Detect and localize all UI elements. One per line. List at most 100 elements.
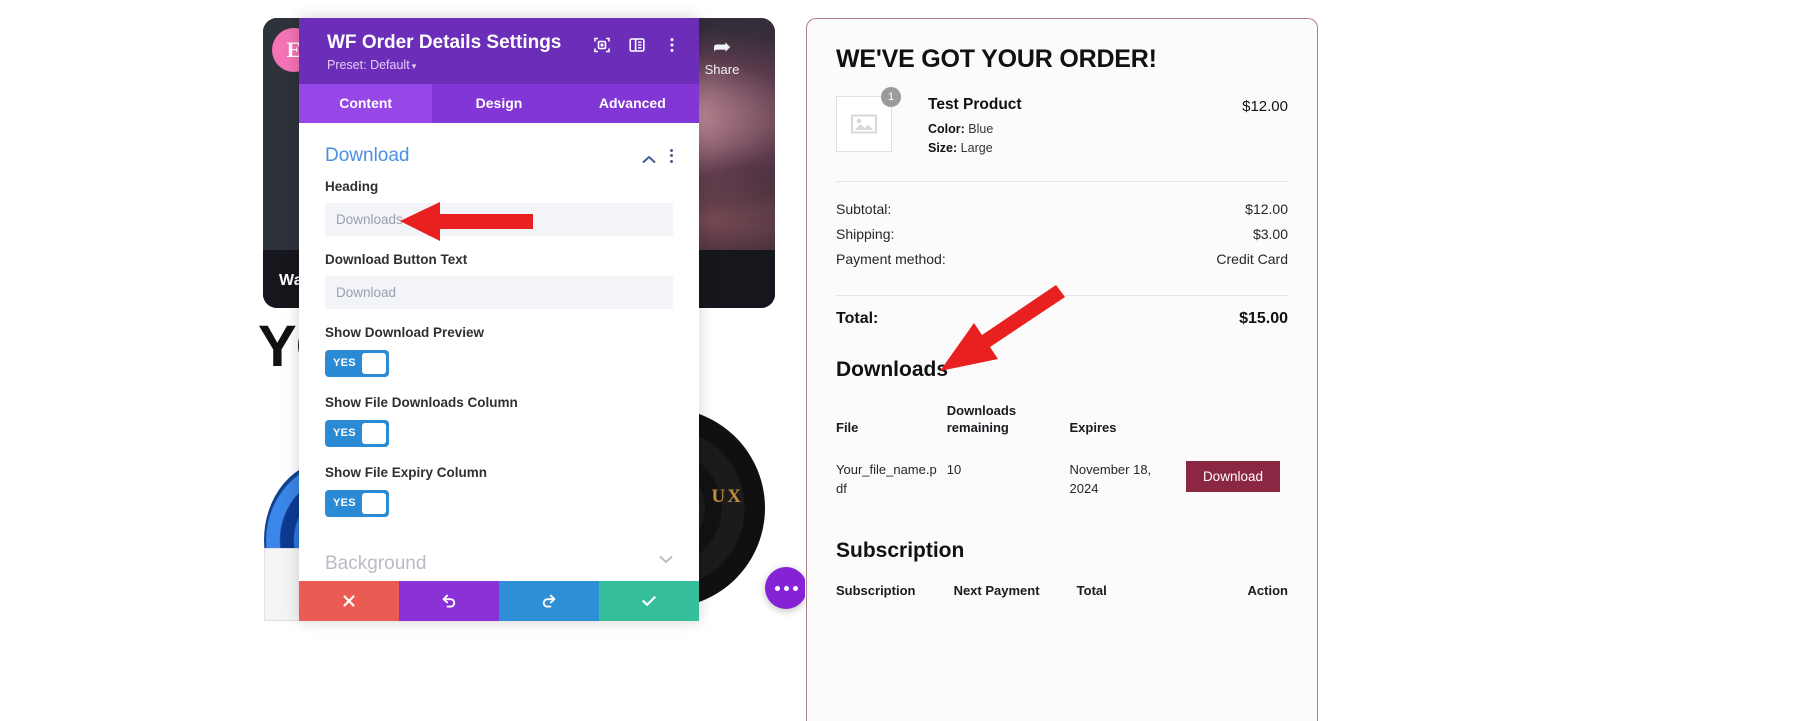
download-remaining: 10 <box>946 461 962 477</box>
chevron-down-icon[interactable] <box>659 556 673 568</box>
chevron-up-icon[interactable] <box>642 151 656 164</box>
floating-actions-button[interactable] <box>765 567 805 609</box>
downloads-col-file: File <box>836 420 859 436</box>
downloads-table-header-row: File Downloads remaining Expires <box>836 402 1288 451</box>
show-download-preview-field: Show Download Preview YES <box>325 325 673 377</box>
download-action-cell: Download <box>1185 451 1288 509</box>
screenshot-root: Wat ➦ Share E YO UX WF Order Details Set… <box>0 0 1800 721</box>
show-download-preview-toggle[interactable]: YES <box>325 349 389 377</box>
tab-advanced[interactable]: Advanced <box>566 84 699 123</box>
share-button-label: Share <box>704 62 740 77</box>
show-file-expiry-column-label: Show File Expiry Column <box>325 464 488 480</box>
download-section-header[interactable]: Download <box>325 123 673 179</box>
show-file-downloads-column-field: Show File Downloads Column YES <box>325 395 673 447</box>
more-options-icon[interactable] <box>663 36 681 54</box>
product-attribute-color: Color: Blue <box>928 120 1242 139</box>
background-section-header[interactable]: Background <box>325 535 673 581</box>
totals-label: Shipping: <box>836 225 895 242</box>
chevron-down-icon: ▾ <box>411 60 417 71</box>
attribute-value: Large <box>960 141 993 156</box>
image-placeholder-icon <box>851 114 877 134</box>
subscription-col-action: Action <box>1247 582 1288 598</box>
totals-value: Credit Card <box>1216 250 1288 267</box>
panel-body: Download Heading Download Button Text <box>299 122 699 581</box>
kebab-menu-icon[interactable] <box>670 148 673 163</box>
subscription-col-total: Total <box>1076 582 1107 598</box>
toggle-state-label: YES <box>333 497 356 510</box>
share-button[interactable]: ➦ Share <box>693 34 751 77</box>
totals-row-payment-method: Payment method: Credit Card <box>836 248 1288 273</box>
totals-row-shipping: Shipping: $3.00 <box>836 223 1288 248</box>
vinyl-label-text: UX <box>711 486 743 507</box>
subscription-col-subscription: Subscription <box>836 582 916 598</box>
download-section-title: Download <box>325 144 410 166</box>
attribute-value: Blue <box>968 122 994 136</box>
panel-title: WF Order Details Settings <box>327 32 562 53</box>
heading-input[interactable] <box>325 202 673 236</box>
download-file-name: Your_file_name.pdf <box>836 461 937 496</box>
totals-row-subtotal: Subtotal: $12.00 <box>836 198 1288 223</box>
order-totals: Subtotal: $12.00 Shipping: $3.00 Payment… <box>836 182 1288 273</box>
table-row: Your_file_name.pdf 10 November 18, 2024 … <box>836 451 1288 509</box>
order-grand-total: Total: $15.00 <box>836 296 1288 328</box>
downloads-heading: Downloads <box>836 357 949 381</box>
undo-icon <box>442 594 456 608</box>
toggle-knob <box>361 492 386 514</box>
toggle-knob <box>361 422 386 444</box>
panel-header: WF Order Details Settings Preset: Defaul… <box>299 18 699 84</box>
undo-button[interactable] <box>399 581 499 621</box>
show-download-preview-label: Show Download Preview <box>325 324 485 340</box>
show-file-downloads-column-toggle[interactable]: YES <box>325 419 389 447</box>
subscription-table-header-row: Subscription Next Payment Total Action <box>836 583 1288 604</box>
close-icon <box>343 595 355 607</box>
totals-label: Subtotal: <box>836 200 892 217</box>
download-button[interactable]: Download <box>1185 460 1280 492</box>
panel-preset-label: Preset: Default <box>327 57 410 72</box>
settings-panel: WF Order Details Settings Preset: Defaul… <box>299 18 699 621</box>
product-attribute-size: Size: Large <box>928 139 1242 158</box>
totals-value: $3.00 <box>1252 225 1288 242</box>
show-file-downloads-column-label: Show File Downloads Column <box>325 394 518 410</box>
panel-layout-icon[interactable] <box>628 36 646 54</box>
downloads-col-expires: Expires <box>1069 420 1117 436</box>
order-details-card: WE'VE GOT YOUR ORDER! 1 Test Product Col… <box>806 18 1318 721</box>
heading-field: Heading <box>325 179 673 236</box>
downloads-col-action <box>1186 402 1288 451</box>
redo-button[interactable] <box>499 581 599 621</box>
toggle-state-label: YES <box>333 427 356 440</box>
more-dots-icon <box>774 585 798 591</box>
save-button[interactable] <box>599 581 699 621</box>
download-button-text-input[interactable] <box>325 275 673 309</box>
toggle-knob <box>361 352 386 374</box>
download-expires: November 18, 2024 <box>1069 461 1152 496</box>
responsive-preview-icon[interactable] <box>593 36 611 54</box>
cancel-button[interactable] <box>299 581 399 621</box>
subscription-table: Subscription Next Payment Total Action <box>836 583 1288 604</box>
download-button-text-field: Download Button Text <box>325 252 673 309</box>
attribute-label: Size: <box>928 141 958 156</box>
tab-design[interactable]: Design <box>432 84 565 123</box>
toggle-state-label: YES <box>333 357 356 370</box>
check-icon <box>642 596 656 606</box>
heading-field-label: Heading <box>325 178 379 194</box>
downloads-col-remaining: Downloads remaining <box>946 402 1017 436</box>
redo-icon <box>542 594 556 608</box>
panel-preset-selector[interactable]: Preset: Default ▾ <box>327 58 561 72</box>
tab-content[interactable]: Content <box>299 83 433 123</box>
attribute-label: Color: <box>928 122 965 136</box>
subscription-col-next-payment: Next Payment <box>953 582 1040 598</box>
panel-footer <box>299 581 699 621</box>
share-icon: ➦ <box>712 34 732 59</box>
show-file-expiry-column-toggle[interactable]: YES <box>325 489 389 517</box>
show-file-expiry-column-field: Show File Expiry Column YES <box>325 465 673 517</box>
subscription-heading: Subscription <box>836 538 965 562</box>
product-quantity-badge: 1 <box>881 87 901 107</box>
downloads-table: File Downloads remaining Expires Your_fi… <box>836 402 1288 509</box>
grand-total-label: Total: <box>836 309 879 327</box>
product-price: $12.00 <box>1242 98 1288 115</box>
panel-tabs: Content Design Advanced <box>299 83 699 123</box>
product-attributes: Color: Blue Size: Large <box>928 120 1242 159</box>
order-card-title: WE'VE GOT YOUR ORDER! <box>836 45 1157 73</box>
order-product-row: 1 Test Product Color: Blue Size: Large $… <box>836 87 1288 159</box>
totals-label: Payment method: <box>836 250 946 267</box>
